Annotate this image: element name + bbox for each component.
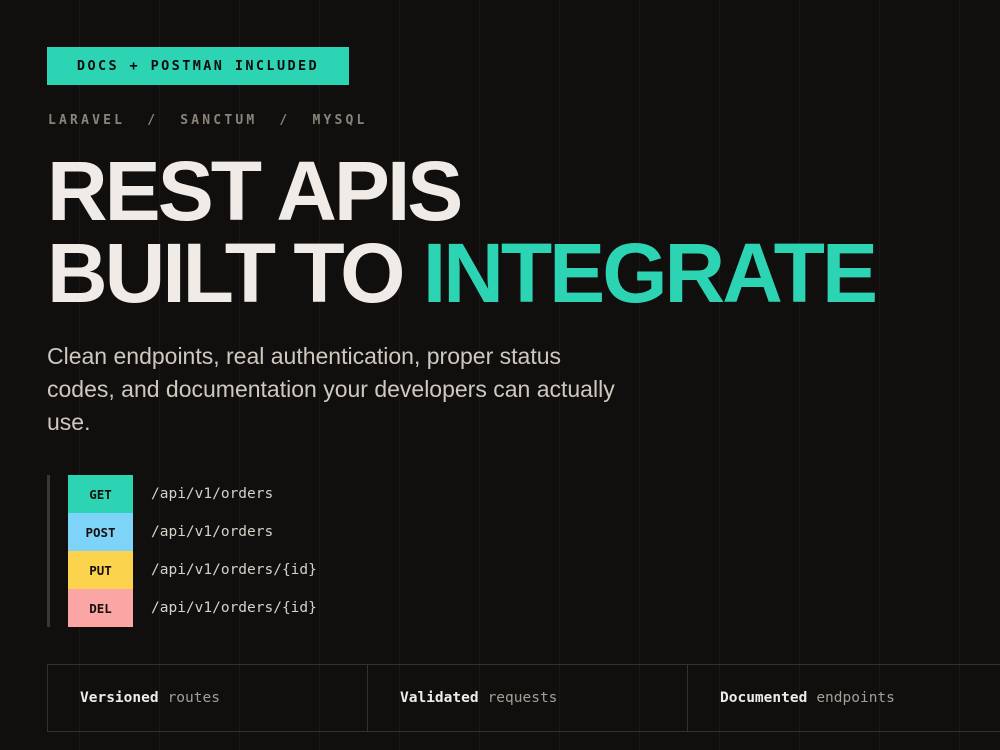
endpoint-row-delete: DEL /api/v1/orders/{id} (68, 589, 317, 627)
feature-title: Documented (720, 690, 808, 706)
stack-separator: / (279, 113, 291, 128)
stack-item-mysql: MYSQL (312, 113, 368, 128)
stack-separator: / (147, 113, 159, 128)
feature-subtitle: routes (167, 690, 220, 706)
endpoint-path: /api/v1/orders/{id} (151, 562, 317, 578)
stack-item-sanctum: SANCTUM (180, 113, 258, 128)
feature-documented-endpoints: Documented endpoints (688, 665, 1000, 731)
endpoint-path: /api/v1/orders/{id} (151, 600, 317, 616)
feature-subtitle: requests (487, 690, 558, 706)
headline-line-2: BUILT TO INTEGRATE (47, 231, 878, 315)
method-badge-put: PUT (68, 551, 133, 589)
hero-headline: REST APIS BUILT TO INTEGRATE (47, 144, 878, 315)
method-badge-post: POST (68, 513, 133, 551)
endpoint-path: /api/v1/orders (151, 486, 274, 502)
feature-subtitle: endpoints (816, 690, 895, 706)
feature-validated-requests: Validated requests (368, 665, 688, 731)
endpoint-row-put: PUT /api/v1/orders/{id} (68, 551, 317, 589)
endpoint-path: /api/v1/orders (151, 524, 274, 540)
headline-plain-text: BUILT TO (47, 226, 406, 320)
headline-accent-text: INTEGRATE (422, 226, 878, 320)
feature-title: Validated (400, 690, 479, 706)
docs-postman-badge: DOCS + POSTMAN INCLUDED (47, 47, 349, 85)
headline-line-1: REST APIS (47, 144, 463, 238)
feature-strip: Versioned routes Validated requests Docu… (47, 664, 1000, 732)
endpoint-row-get: GET /api/v1/orders (68, 475, 317, 513)
stack-item-laravel: LARAVEL (48, 113, 126, 128)
hero-description: Clean endpoints, real authentication, pr… (47, 343, 615, 435)
method-badge-delete: DEL (68, 589, 133, 627)
tech-stack: LARAVEL / SANCTUM / MYSQL (48, 113, 368, 128)
endpoint-list: GET /api/v1/orders POST /api/v1/orders P… (47, 475, 317, 627)
feature-title: Versioned (80, 690, 159, 706)
method-badge-get: GET (68, 475, 133, 513)
endpoint-row-post: POST /api/v1/orders (68, 513, 317, 551)
feature-versioned-routes: Versioned routes (48, 665, 368, 731)
